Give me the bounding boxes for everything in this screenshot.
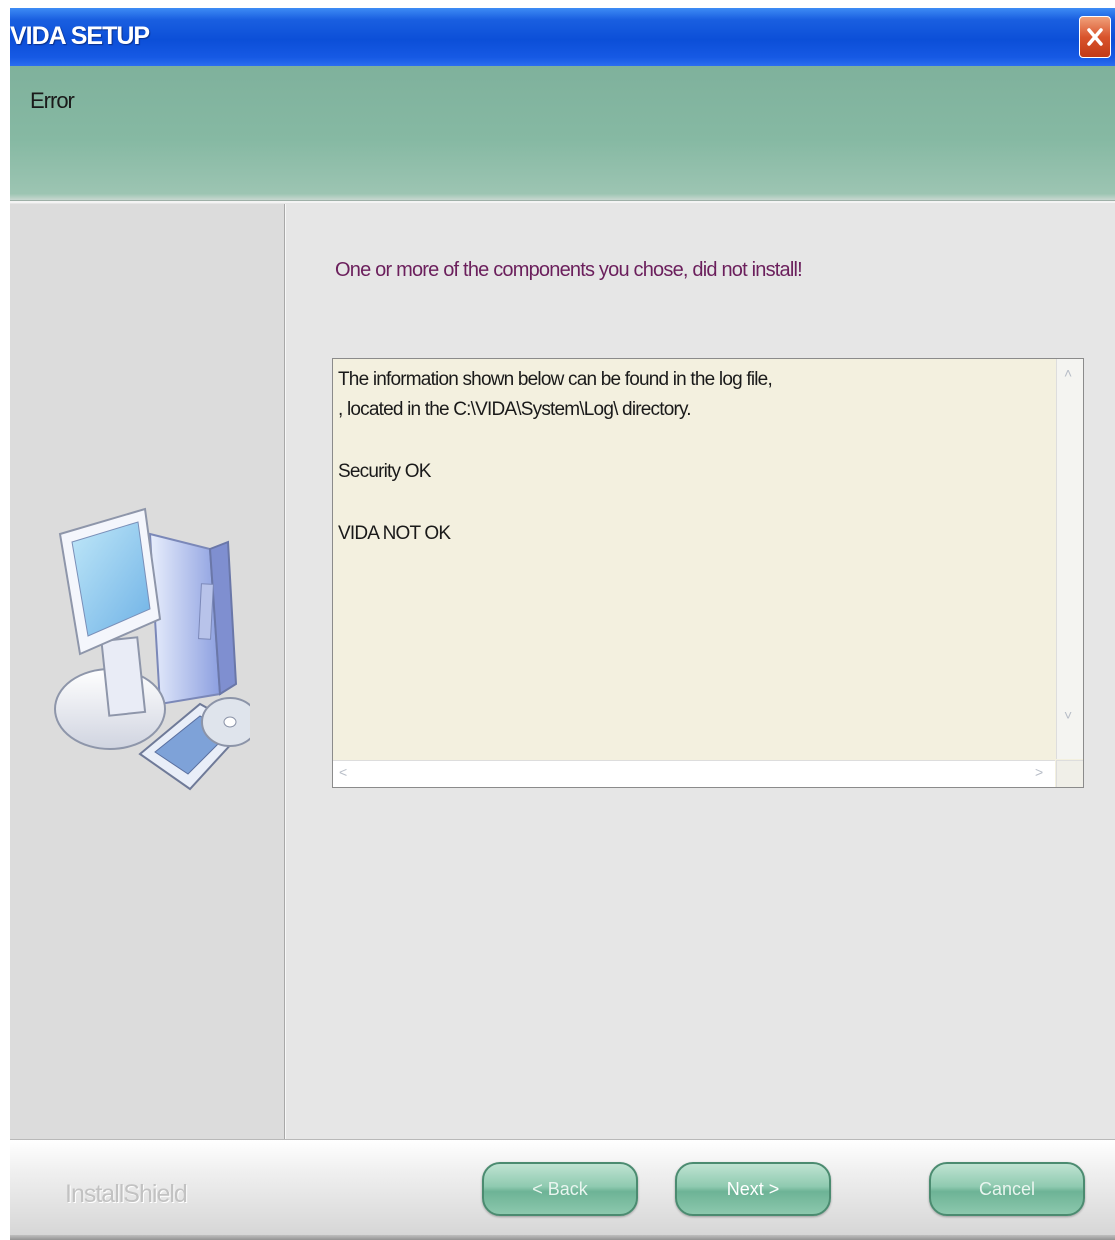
vertical-scrollbar[interactable]: ˄ ˅: [1056, 359, 1083, 759]
next-button[interactable]: Next >: [675, 1162, 831, 1216]
log-line: Security OK: [338, 461, 431, 482]
back-button[interactable]: < Back: [482, 1162, 638, 1216]
window-title: VIDA SETUP: [10, 22, 150, 50]
close-icon: [1087, 28, 1103, 46]
header-divider: [10, 200, 1115, 203]
computer-install-icon: [54, 507, 250, 791]
log-line: , located in the C:\VIDA\System\Log\ dir…: [338, 399, 692, 420]
scroll-left-icon[interactable]: <: [339, 764, 347, 780]
header-banner: Error: [10, 66, 1115, 200]
cancel-button[interactable]: Cancel: [929, 1162, 1085, 1216]
log-line: VIDA NOT OK: [338, 523, 451, 544]
content-area: One or more of the components you chose,…: [286, 204, 1115, 1139]
horizontal-scrollbar[interactable]: < >: [333, 760, 1055, 787]
scroll-down-icon[interactable]: ˅: [1064, 707, 1072, 723]
footer-bottom-edge: [10, 1235, 1115, 1240]
installshield-logo: InstallShield: [65, 1180, 188, 1208]
close-button[interactable]: [1079, 16, 1111, 58]
left-image-panel: [10, 204, 287, 1139]
footer-bar: InstallShield < Back Next > Cancel: [10, 1139, 1115, 1240]
log-text[interactable]: The information shown below can be found…: [338, 365, 773, 549]
log-textbox[interactable]: The information shown below can be found…: [332, 358, 1084, 788]
error-message: One or more of the components you chose,…: [335, 259, 803, 281]
scrollbar-corner: [1056, 760, 1083, 787]
page-title: Error: [30, 88, 75, 113]
log-line: The information shown below can be found…: [338, 369, 773, 390]
setup-window: VIDA SETUP Error One or more of the comp…: [10, 8, 1115, 1240]
scroll-up-icon[interactable]: ˄: [1064, 365, 1072, 381]
scroll-right-icon[interactable]: >: [1035, 764, 1043, 780]
title-bar[interactable]: VIDA SETUP: [10, 8, 1115, 66]
